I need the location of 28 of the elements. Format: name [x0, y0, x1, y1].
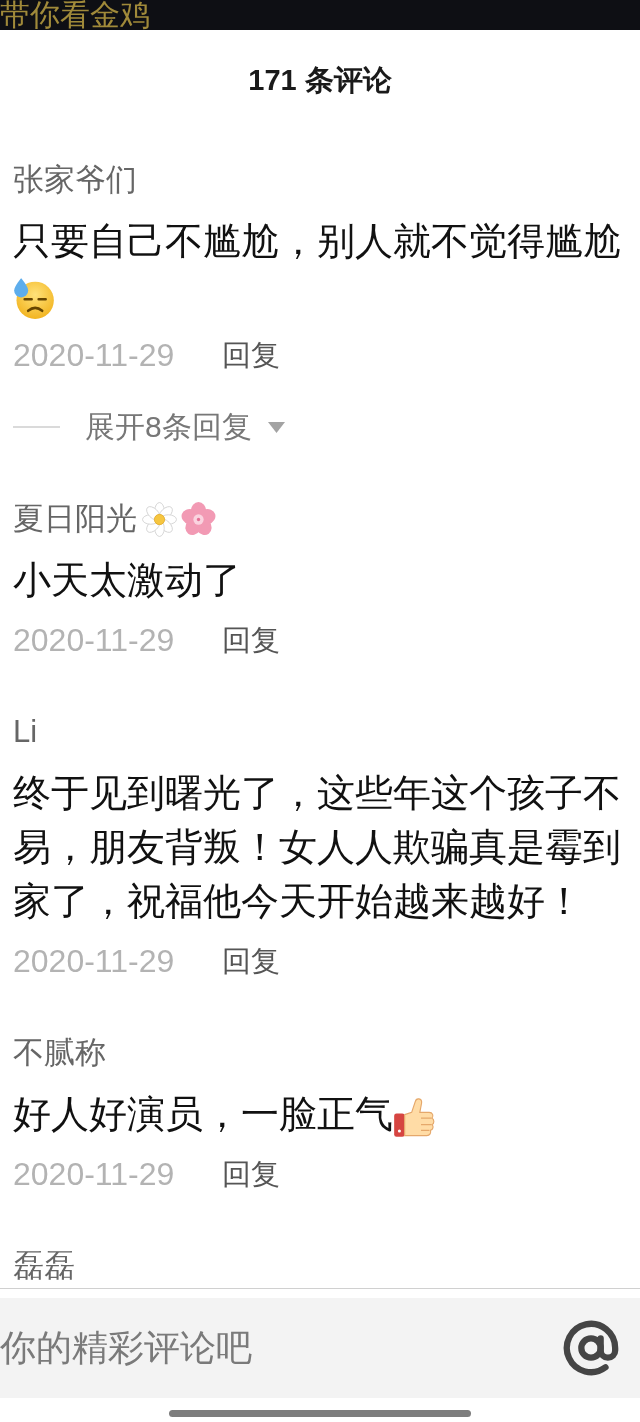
comment-text: 好人好演员，一脸正气: [13, 1093, 393, 1135]
daisy-icon: [141, 500, 178, 538]
mention-button[interactable]: [556, 1298, 640, 1398]
thumbs-up-icon: [393, 1095, 435, 1138]
comment-input[interactable]: 你的精彩评论吧: [0, 1298, 556, 1398]
expand-replies-button[interactable]: 展开8条回复: [85, 405, 285, 449]
username: 不腻称: [13, 1034, 106, 1072]
reply-button[interactable]: 回复: [222, 618, 281, 662]
comment-text: 只要自己不尴尬，别人就不觉得尴尬: [13, 220, 621, 262]
username: 磊磊: [13, 1247, 75, 1285]
username: 夏日阳光: [13, 500, 137, 538]
comment-text: 小天太激动了: [13, 559, 241, 601]
username: 张家爷们: [13, 161, 137, 199]
comment-text: 终于见到曙光了，这些年这个孩子不易，朋友背叛！女人人欺骗真是霉到家了，祝福他今天开始越来越好！: [13, 772, 621, 922]
sweat-face-icon: [13, 276, 55, 319]
comment-date: 2020-11-29: [13, 336, 175, 375]
reply-button[interactable]: 回复: [222, 939, 281, 983]
blossom-icon: [180, 500, 217, 538]
reply-button[interactable]: 回复: [222, 333, 281, 377]
banner-title: 带你看金鸡: [0, 0, 150, 30]
comment-date: 2020-11-29: [13, 621, 175, 660]
at-sign-icon: [562, 1319, 620, 1377]
caret-down-icon: [267, 421, 285, 433]
username: Li: [13, 713, 38, 751]
comment-date: 2020-11-29: [13, 1155, 175, 1194]
comment-date: 2020-11-29: [13, 942, 175, 981]
comment-count-title: 171 条评论: [248, 63, 392, 98]
reply-button[interactable]: 回复: [222, 1152, 281, 1196]
